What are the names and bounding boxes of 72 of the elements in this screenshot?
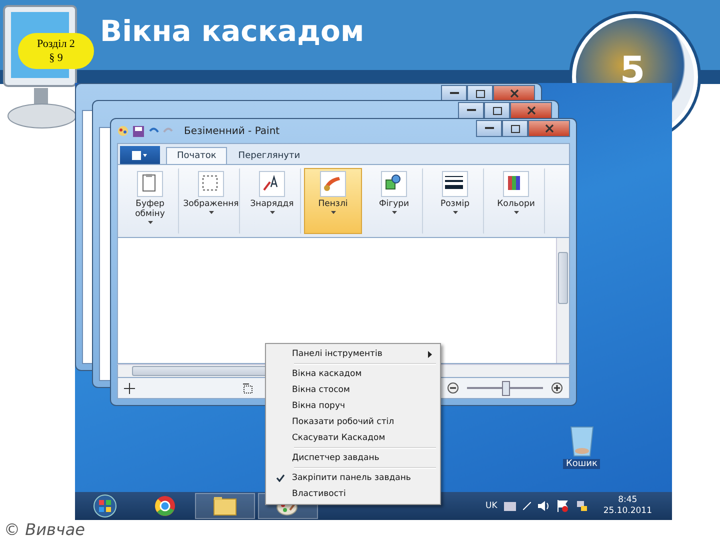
section-label: Розділ 2 [37,37,75,51]
caret-icon [514,211,518,214]
caret-icon [270,211,274,214]
minimize-icon [484,127,494,130]
clock[interactable]: 8:45 25.10.2011 [603,495,652,517]
maximize-icon [510,124,520,132]
caret-icon [452,211,458,214]
ribbon-group-button[interactable]: Зображення [182,168,240,234]
menu-item[interactable]: Властивості [268,486,438,502]
close-button[interactable] [510,102,552,119]
ribbon-group-button[interactable]: Кольори [487,168,545,234]
keyboard-icon[interactable] [504,502,516,510]
clock-date: 25.10.2011 [603,506,652,517]
logo-number: 5 [620,50,646,91]
clipboard-icon [137,171,163,197]
vertical-scrollbar[interactable] [556,238,569,363]
recycle-bin-label: Кошик [563,459,600,469]
line-width-icon [442,171,468,197]
footer-text: © Вивчае [4,520,85,539]
ribbon-tab[interactable]: Початок [166,147,228,164]
close-button[interactable] [528,120,570,137]
language-indicator[interactable]: UK [486,501,498,511]
caret-icon [330,211,336,214]
zoom-out-icon[interactable] [447,382,459,394]
network-icon[interactable] [576,500,588,512]
palette-icon [503,171,529,197]
menu-icon [132,150,148,160]
ribbon-group-button[interactable]: Знаряддя [243,168,301,234]
submenu-arrow-icon [428,350,432,358]
ribbon-group-button[interactable]: Розмір [426,168,484,234]
slider-thumb[interactable] [502,380,510,396]
close-icon [526,106,536,115]
ribbon-tab[interactable]: Переглянути [227,147,312,164]
menu-item[interactable]: Показати робочий стіл [268,414,438,430]
menu-item[interactable]: Вікна каскадом [268,366,438,382]
ribbon-group-button[interactable]: Фігури [365,168,423,234]
menu-item[interactable]: Закріпити панель завдань [268,470,438,486]
folder-icon[interactable] [195,493,255,519]
zoom-in-icon[interactable] [551,382,563,394]
minimize-button[interactable] [458,102,484,119]
selection-size-icon [243,382,254,394]
ribbon-group-button[interactable]: Пензлі [304,168,362,234]
caret-icon [148,221,152,224]
menu-item[interactable]: Диспетчер завдань [268,450,438,466]
volume-icon[interactable] [538,501,550,511]
close-icon [510,89,518,98]
selection-icon [198,171,224,197]
brush-icon [320,171,346,197]
slide-title: Вікна каскадом [100,14,364,48]
flag-icon[interactable] [557,500,570,512]
maximize-button[interactable] [502,120,528,137]
crosshair-icon [124,382,135,394]
windows-logo-icon [93,494,117,518]
menu-item[interactable]: Вікна поруч [268,398,438,414]
minimize-icon [450,92,458,95]
paint-app-icon [117,125,129,137]
tools-icon [259,171,285,197]
window-title: Безіменний - Paint [184,126,280,136]
maximize-button[interactable] [484,102,510,119]
minimize-icon [466,109,476,112]
paragraph-label: § 9 [49,51,63,65]
close-icon [544,124,554,133]
minimize-button[interactable] [476,120,502,137]
app-menu-button[interactable] [120,146,160,164]
menu-item[interactable]: Скасувати Каскадом [268,430,438,446]
shapes-icon [381,171,407,197]
caret-icon [392,211,396,214]
clock-time: 8:45 [618,495,638,506]
caret-icon [208,211,214,214]
ribbon-group-button[interactable]: Буфер обміну [121,168,179,234]
save-icon[interactable] [133,126,144,136]
menu-item[interactable]: Панелі інструментів [268,346,438,362]
